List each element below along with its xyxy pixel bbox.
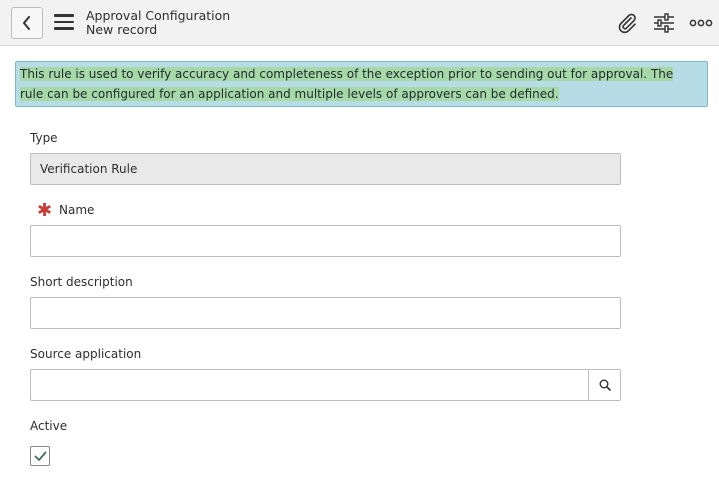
short-description-input[interactable]: [31, 298, 620, 328]
info-message-text: This rule is used to verify accuracy and…: [20, 67, 674, 101]
name-label: Name: [59, 203, 95, 217]
type-label: Type: [30, 131, 58, 145]
hamburger-icon[interactable]: [54, 14, 76, 32]
chevron-left-icon: [23, 16, 30, 30]
checkmark-icon: [34, 451, 46, 461]
back-button[interactable]: [11, 7, 43, 39]
active-label: Active: [30, 419, 68, 433]
info-message: This rule is used to verify accuracy and…: [20, 64, 700, 104]
record-header: Approval Configuration New record: [0, 0, 719, 46]
short-description-label: Short description: [30, 275, 133, 289]
page-subtitle: New record: [86, 22, 158, 37]
short-description-field[interactable]: [30, 297, 621, 329]
lookup-button[interactable]: [588, 369, 621, 401]
source-application-input[interactable]: [31, 370, 589, 400]
type-field: Verification Rule: [30, 153, 621, 185]
header-titles: Approval Configuration New record: [86, 8, 230, 37]
source-application-label: Source application: [30, 347, 142, 361]
sliders-icon[interactable]: [652, 11, 676, 35]
info-banner: This rule is used to verify accuracy and…: [15, 61, 708, 107]
paperclip-icon[interactable]: [615, 11, 639, 35]
source-application-field[interactable]: [30, 369, 589, 401]
mandatory-icon: ✱: [37, 200, 53, 221]
name-input[interactable]: [31, 226, 620, 256]
name-field[interactable]: [30, 225, 621, 257]
more-dots-icon[interactable]: [689, 11, 713, 35]
active-checkbox[interactable]: [30, 446, 50, 466]
page-title: Approval Configuration: [86, 8, 231, 23]
type-value: Verification Rule: [40, 162, 138, 176]
search-icon: [599, 379, 611, 391]
